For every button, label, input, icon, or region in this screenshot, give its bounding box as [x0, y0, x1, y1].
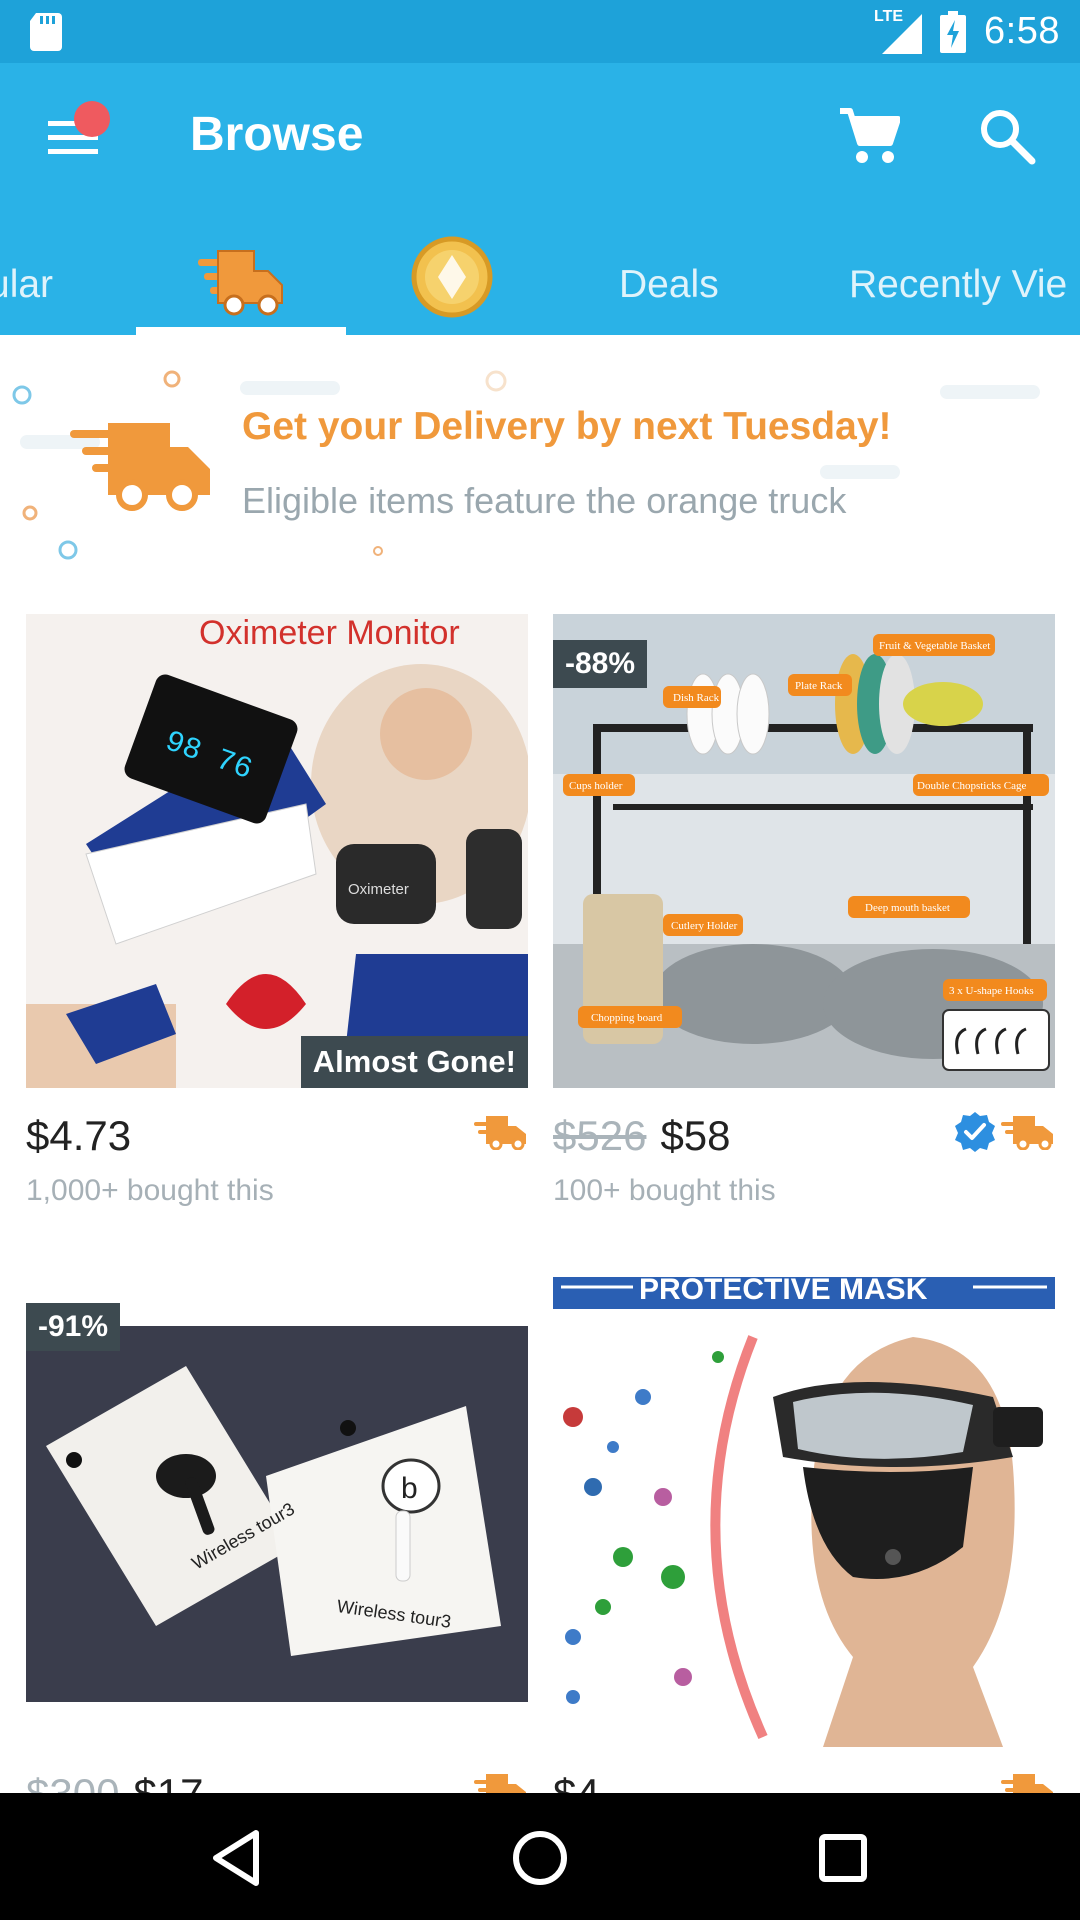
banner-decoration — [12, 370, 1040, 560]
product-image[interactable]: b Wireless tour3 Wireless tour3 — [26, 1326, 528, 1702]
delivery-banner[interactable]: Get your Delivery by next Tuesday! Eligi… — [0, 335, 1080, 575]
price: $526 $58 — [553, 1112, 731, 1159]
rack-label: Fruit & Vegetable Basket — [879, 640, 990, 652]
rack-label: Deep mouth basket — [865, 902, 950, 914]
fast-delivery-truck-icon — [474, 1116, 526, 1150]
page-title: Browse — [190, 108, 364, 161]
tab-deals[interactable]: Deals — [619, 255, 719, 315]
delivery-truck-icon — [70, 423, 210, 511]
rack-label: Dish Rack — [673, 692, 720, 704]
discount-badge: -91% — [26, 1303, 121, 1351]
price-row: $526 $58 — [553, 1112, 1055, 1162]
product-card[interactable]: 98 76 Oximeter Oximeter Monitor Almost G… — [26, 614, 528, 1214]
notification-dot — [74, 101, 110, 137]
original-price: $526 — [553, 1112, 647, 1159]
rack-label: Double Chopsticks Cage — [917, 780, 1026, 792]
coin-tab-icon[interactable] — [410, 235, 494, 319]
product-image[interactable]: 98 76 Oximeter Oximeter Monitor Almost G… — [26, 614, 528, 1088]
almost-gone-badge: Almost Gone! — [300, 1036, 528, 1088]
rack-label: Chopping board — [591, 1012, 663, 1024]
product-card[interactable]: PROTECTIVE MASK $4 — [553, 1277, 1055, 1817]
tab-recently-viewed[interactable]: Recently Vie — [849, 255, 1067, 315]
battery-icon — [940, 10, 967, 53]
product-card[interactable]: b Wireless tour3 Wireless tour3 -91% $30… — [26, 1300, 528, 1817]
search-icon[interactable] — [978, 107, 1036, 165]
status-bar: LTE 6:58 — [0, 0, 1080, 63]
fast-shipping-tab-icon[interactable] — [196, 241, 286, 321]
product-image-title: Oximeter Monitor — [199, 614, 460, 652]
price-row: $4.73 — [26, 1112, 528, 1162]
product-card[interactable]: Fruit & Vegetable Basket Dish Rack Plate… — [553, 614, 1055, 1214]
verified-badge-icon — [955, 1112, 995, 1152]
product-image-title: PROTECTIVE MASK — [639, 1277, 928, 1306]
recents-icon[interactable] — [808, 1823, 878, 1893]
back-icon[interactable] — [202, 1823, 272, 1893]
rack-label: Cups holder — [569, 780, 623, 792]
clock: 6:58 — [984, 10, 1060, 52]
banner-title: Get your Delivery by next Tuesday! — [242, 405, 892, 448]
active-tab-indicator — [136, 327, 346, 335]
oximeter-case-label: Oximeter — [348, 881, 409, 898]
fast-delivery-truck-icon — [1001, 1116, 1053, 1150]
price: $4.73 — [26, 1112, 132, 1159]
cart-icon[interactable] — [838, 105, 900, 167]
app-bar: Browse — [0, 63, 1080, 235]
signal-icon: LTE — [874, 7, 923, 54]
system-nav-bar — [0, 1793, 1080, 1920]
network-label: LTE — [874, 7, 904, 25]
product-image[interactable]: PROTECTIVE MASK — [553, 1277, 1055, 1753]
bought-count: 100+ bought this — [553, 1174, 776, 1207]
bought-count: 1,000+ bought this — [26, 1174, 274, 1207]
discount-badge: -88% — [553, 640, 648, 688]
tab-popular[interactable]: ular — [0, 255, 53, 315]
rack-label: Plate Rack — [795, 680, 843, 692]
home-icon[interactable] — [505, 1823, 575, 1893]
product-image[interactable]: Fruit & Vegetable Basket Dish Rack Plate… — [553, 614, 1055, 1088]
sd-card-icon — [30, 13, 62, 51]
rack-label: Cutlery Holder — [671, 920, 738, 932]
banner-subtitle: Eligible items feature the orange truck — [242, 480, 847, 521]
category-tabs: ular Deals Recently Vie — [0, 235, 1080, 335]
svg-text:b: b — [401, 1472, 418, 1505]
rack-label: 3 x U-shape Hooks — [949, 985, 1034, 997]
